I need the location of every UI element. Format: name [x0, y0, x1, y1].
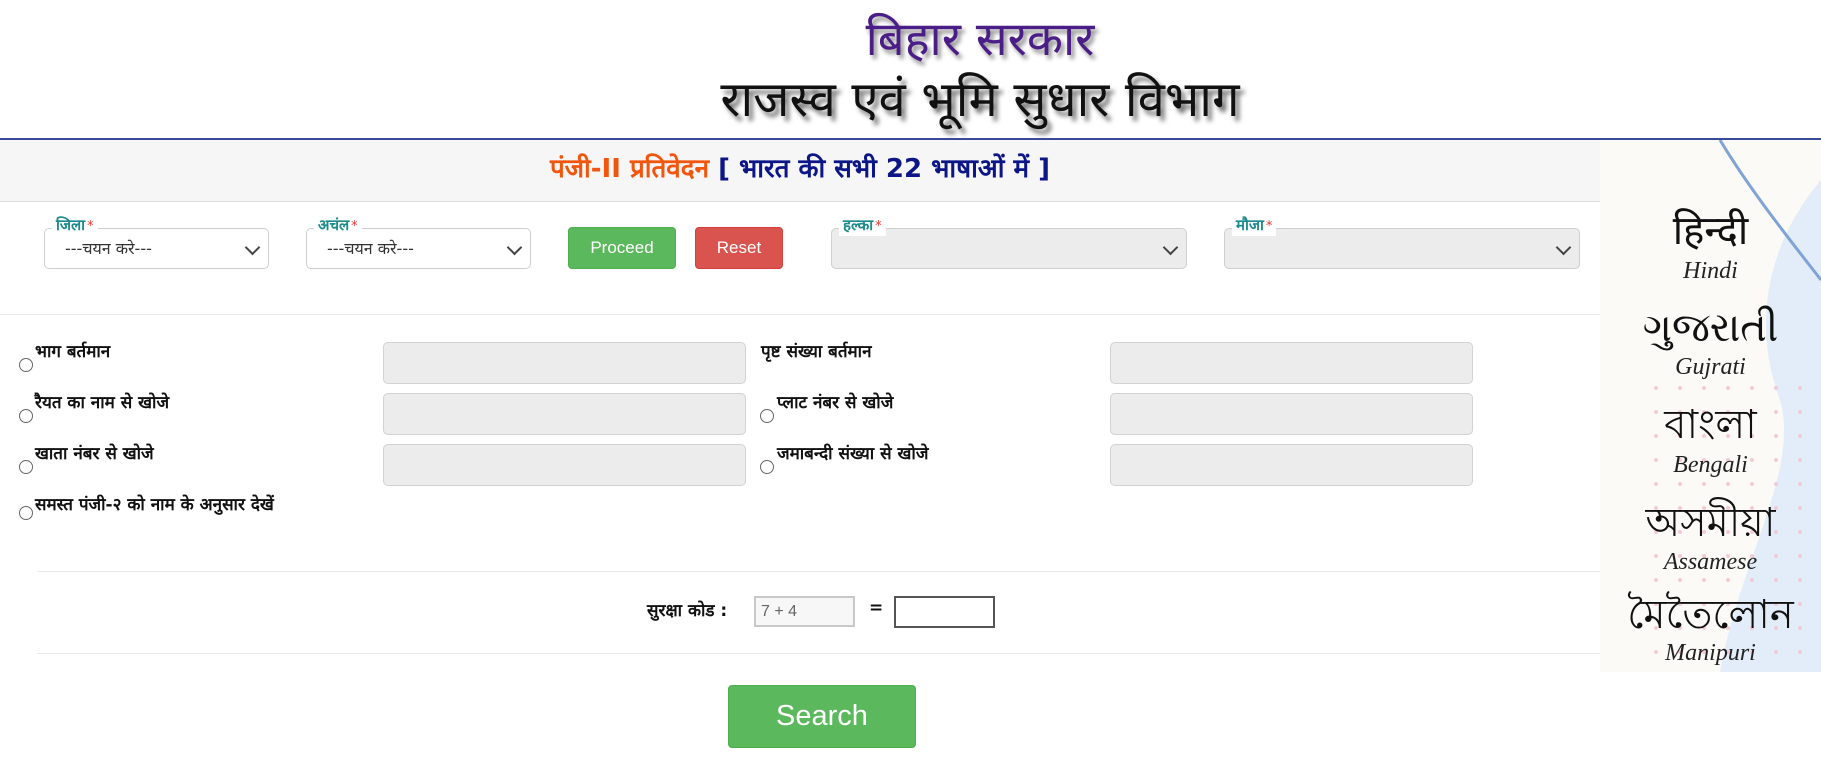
section-divider: [0, 314, 1600, 315]
department-title: राजस्व एवं भूमि सुधार विभाग: [720, 71, 1240, 128]
prishth-label: पृष्ट संख्या बर्तमान: [761, 342, 872, 362]
language-english: Manipuri: [1665, 640, 1756, 666]
search-button[interactable]: Search: [728, 685, 916, 748]
circle-label-text: अचंल: [318, 216, 350, 234]
required-marker: *: [1265, 219, 1273, 234]
halka-label-text: हल्का: [843, 216, 874, 234]
captcha-question: 7 + 4: [754, 596, 855, 627]
bhag-radio[interactable]: [19, 358, 33, 372]
language-english: Gujrati: [1675, 354, 1746, 380]
bhag-label: भाग बर्तमान: [35, 342, 111, 362]
halka-label: हल्का *: [839, 216, 886, 236]
khata-input[interactable]: [383, 444, 746, 486]
report-title-bar: पंजी-II प्रतिवेदन [ भारत की सभी 22 भाषाओ…: [0, 140, 1600, 202]
language-native: ગુજરાતી: [1642, 305, 1779, 351]
chevron-down-icon: [1555, 239, 1572, 256]
all-register-label: समस्त पंजी-२ को नाम के अनुसार देखें: [35, 495, 274, 515]
government-title: बिहार सरकार: [865, 12, 1095, 67]
language-native: हिन्दी: [1672, 208, 1749, 254]
plot-label: प्लाट नंबर से खोजे: [777, 393, 894, 413]
language-native: মৈতৈলোন: [1627, 592, 1794, 638]
raiyat-input[interactable]: [383, 393, 746, 435]
section-divider: [37, 571, 1600, 572]
chevron-down-icon: [1162, 239, 1179, 256]
required-marker: *: [351, 219, 358, 234]
raiyat-radio[interactable]: [19, 409, 33, 423]
proceed-button[interactable]: Proceed: [568, 227, 676, 269]
jamabandi-label: जमाबन्दी संख्या से खोजे: [777, 444, 929, 464]
report-subtitle: [ भारत की सभी 22 भाषाओं में ]: [718, 154, 1051, 184]
mauja-label-text: मौजा: [1236, 216, 1264, 234]
mauja-label: मौजा *: [1232, 216, 1277, 236]
mauja-select[interactable]: [1224, 228, 1580, 269]
circle-label: अचंल *: [314, 216, 362, 236]
khata-radio[interactable]: [19, 460, 33, 474]
language-native: বাংলা: [1664, 402, 1757, 448]
language-native: অসমীয়া: [1645, 500, 1776, 546]
jamabandi-radio[interactable]: [760, 460, 774, 474]
captcha-answer-input[interactable]: [894, 596, 995, 628]
captcha-equals: =: [869, 598, 884, 618]
all-register-radio[interactable]: [19, 506, 33, 520]
bhag-input[interactable]: [383, 342, 746, 384]
plot-radio[interactable]: [760, 409, 774, 423]
district-label: जिला *: [52, 216, 98, 236]
plot-input[interactable]: [1110, 393, 1473, 435]
captcha-label: सुरक्षा कोड :: [647, 601, 728, 621]
prishth-input[interactable]: [1110, 342, 1473, 384]
languages-banner: हिन्दी Hindi ગુજરાતી Gujrati বাংলা Benga…: [1600, 140, 1821, 672]
khata-label: खाता नंबर से खोजे: [35, 444, 154, 464]
required-marker: *: [87, 219, 94, 234]
language-english: Bengali: [1673, 452, 1748, 478]
reset-button[interactable]: Reset: [695, 227, 783, 269]
section-divider: [37, 653, 1600, 654]
raiyat-label: रैयत का नाम से खोजे: [35, 393, 170, 413]
required-marker: *: [875, 219, 882, 234]
jamabandi-input[interactable]: [1110, 444, 1473, 486]
language-english: Assamese: [1663, 549, 1758, 575]
report-title: पंजी-II प्रतिवेदन: [549, 154, 709, 184]
district-label-text: जिला: [56, 216, 86, 234]
language-english: Hindi: [1683, 258, 1738, 284]
